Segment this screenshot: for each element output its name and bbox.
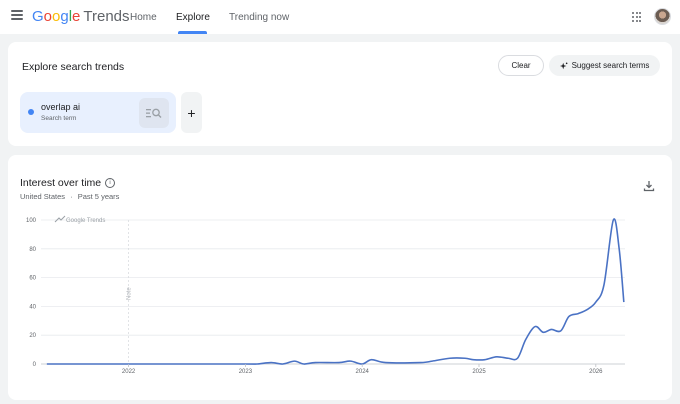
interest-chart: 0 20 40 60 80 100 Note Google Trends 2022 2023… bbox=[26, 215, 625, 375]
explore-card: Explore search trends Clear Suggest sear… bbox=[8, 42, 672, 146]
nav-home[interactable]: Home bbox=[130, 0, 157, 34]
sparkle-icon bbox=[559, 62, 568, 69]
search-term-icon[interactable] bbox=[139, 98, 169, 128]
nav-explore[interactable]: Explore bbox=[176, 0, 210, 34]
term-type: Search term bbox=[41, 115, 77, 122]
term-color-dot bbox=[28, 109, 34, 115]
suggest-search-terms-button[interactable]: Suggest search terms bbox=[549, 55, 660, 76]
active-tab-indicator bbox=[178, 31, 207, 34]
y-tick-label: 60 bbox=[29, 276, 36, 282]
y-tick-label: 100 bbox=[26, 218, 37, 224]
x-tick-label: 2025 bbox=[472, 369, 486, 375]
x-tick-label: 2026 bbox=[589, 369, 603, 375]
suggest-label: Suggest search terms bbox=[571, 61, 650, 70]
google-trends-watermark: Google Trends bbox=[66, 218, 105, 224]
nav-trending-now[interactable]: Trending now bbox=[229, 0, 289, 34]
x-tick-label: 2024 bbox=[356, 369, 370, 375]
x-tick-label: 2022 bbox=[122, 369, 136, 375]
google-trends-logo[interactable]: Google Trends bbox=[32, 8, 130, 25]
account-avatar[interactable] bbox=[654, 8, 671, 25]
top-app-bar: Google Trends Home Explore Trending now bbox=[0, 0, 680, 34]
search-term-chip[interactable]: overlap ai Search term bbox=[20, 92, 176, 133]
y-tick-label: 0 bbox=[33, 362, 37, 368]
interest-over-time-card: Interest over time i United States · Pas… bbox=[8, 155, 672, 400]
clear-button[interactable]: Clear bbox=[498, 55, 544, 76]
explore-title: Explore search trends bbox=[22, 61, 125, 73]
trends-watermark-icon bbox=[54, 215, 66, 223]
note-label[interactable]: Note bbox=[127, 287, 133, 300]
apps-grid-icon[interactable] bbox=[632, 12, 642, 22]
menu-icon[interactable] bbox=[11, 10, 23, 22]
term-name[interactable]: overlap ai bbox=[41, 102, 80, 112]
y-tick-label: 40 bbox=[29, 304, 36, 310]
y-tick-label: 20 bbox=[29, 333, 36, 339]
list-search-icon bbox=[146, 108, 162, 118]
series-line-0[interactable] bbox=[46, 218, 625, 365]
x-tick-label: 2023 bbox=[239, 369, 253, 375]
add-term-button[interactable]: + bbox=[181, 92, 202, 133]
y-tick-label: 80 bbox=[29, 247, 36, 253]
